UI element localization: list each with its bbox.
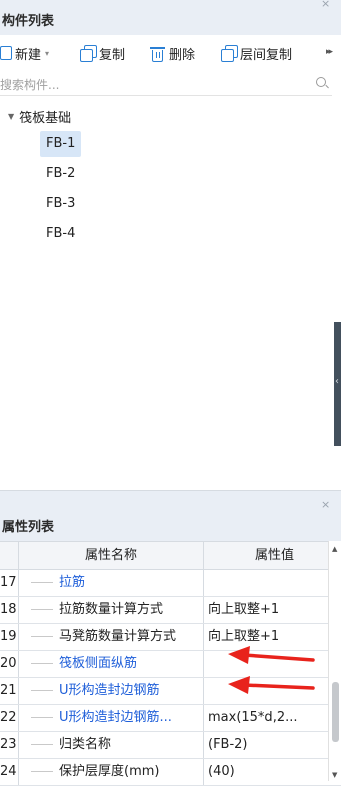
- annotation-arrows: [228, 646, 315, 694]
- annotation-arrow-row-21: [228, 676, 315, 694]
- annotation-arrow-row-20: [228, 646, 315, 664]
